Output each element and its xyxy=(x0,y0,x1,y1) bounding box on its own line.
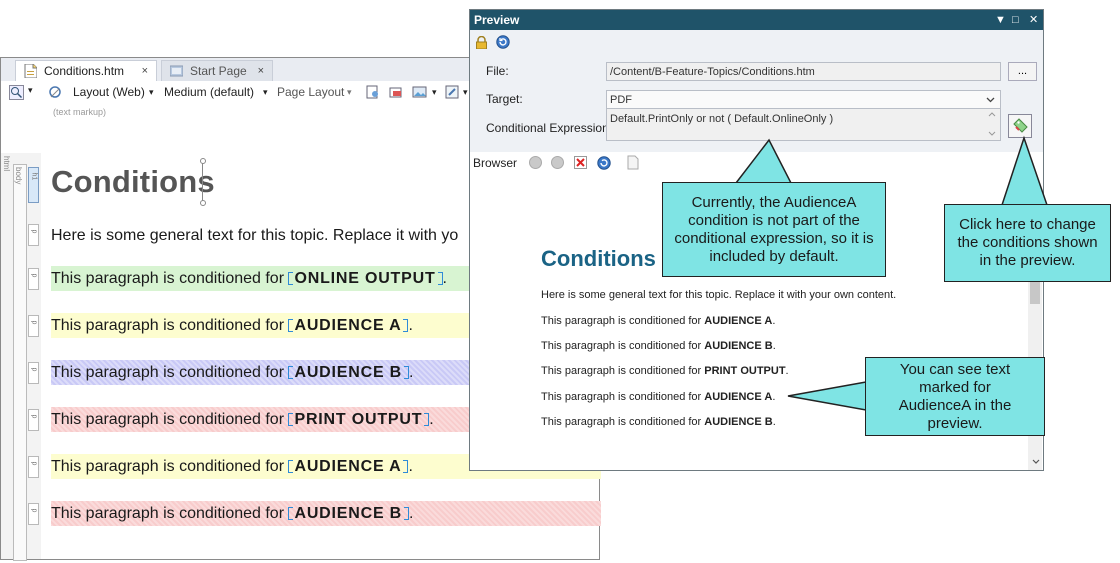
callout-change-conditions: Click here to change the conditions show… xyxy=(944,204,1111,282)
callout-pointer xyxy=(787,381,867,411)
callout-see-text: You can see text marked for AudienceA in… xyxy=(865,357,1045,436)
callout-pointer xyxy=(1000,135,1049,206)
callout-audience-note: Currently, the AudienceA condition is no… xyxy=(662,182,886,277)
callout-pointer xyxy=(734,138,793,184)
